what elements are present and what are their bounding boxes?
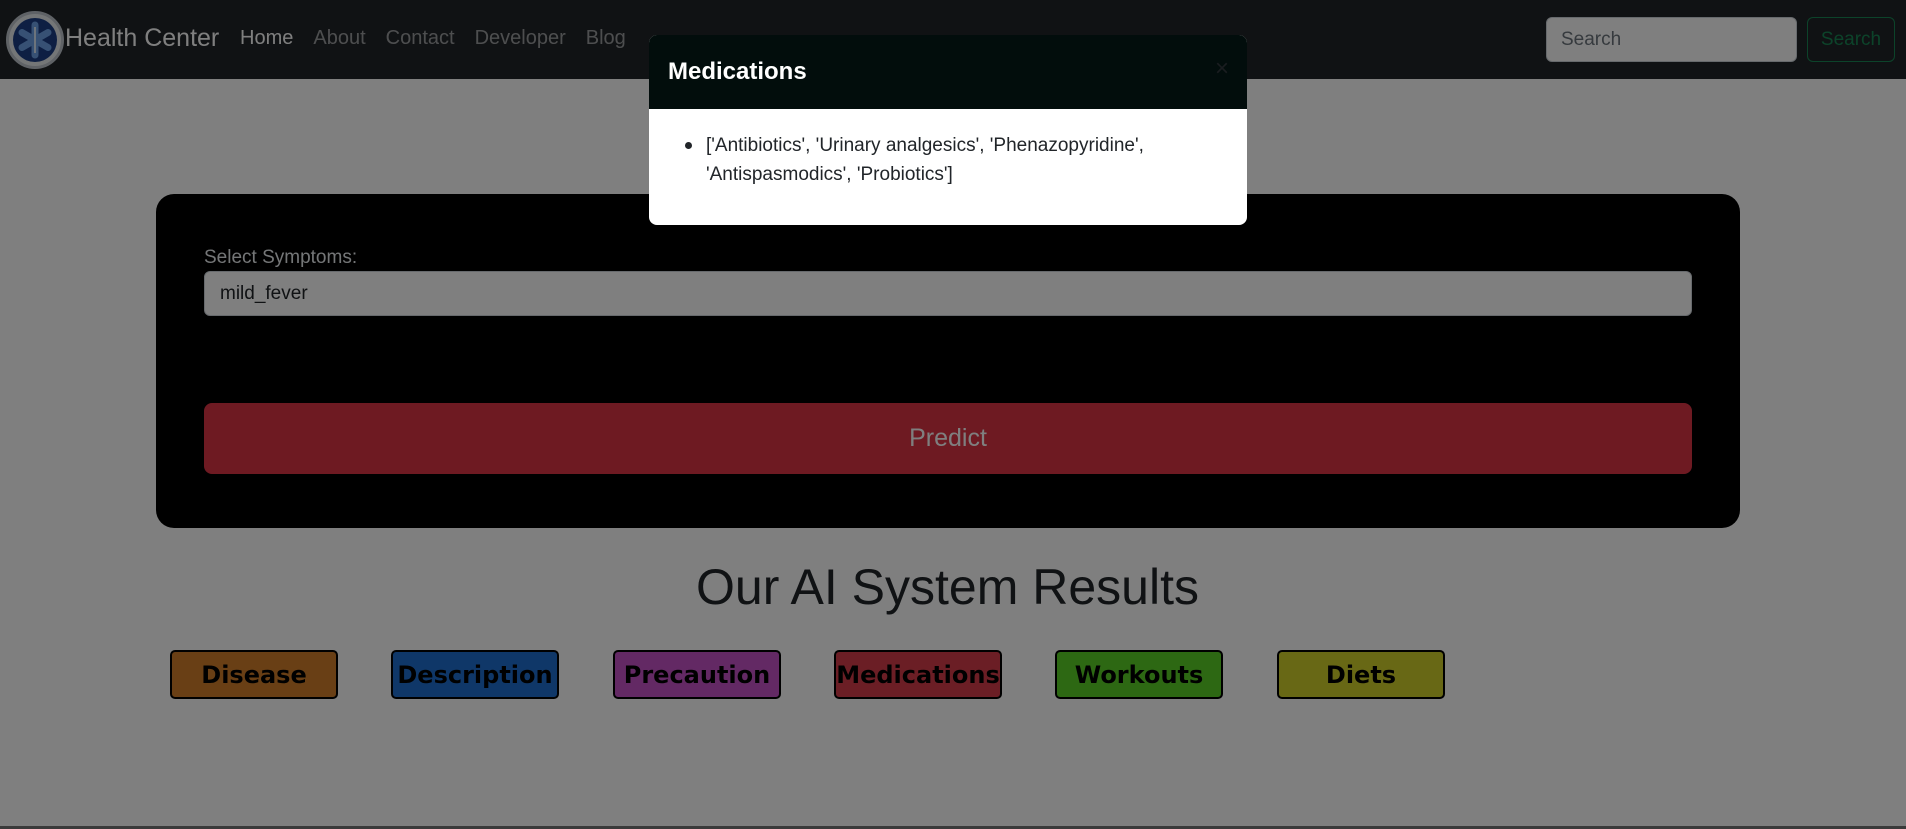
- modal-body: ['Antibiotics', 'Urinary analgesics', 'P…: [649, 109, 1247, 225]
- modal-title: Medications: [668, 58, 807, 85]
- medications-list: ['Antibiotics', 'Urinary analgesics', 'P…: [685, 131, 1227, 189]
- close-icon[interactable]: ×: [1215, 55, 1229, 83]
- modal-header: Medications ×: [649, 35, 1247, 109]
- medications-modal: Medications × ['Antibiotics', 'Urinary a…: [649, 35, 1247, 225]
- list-item: ['Antibiotics', 'Urinary analgesics', 'P…: [685, 131, 1227, 189]
